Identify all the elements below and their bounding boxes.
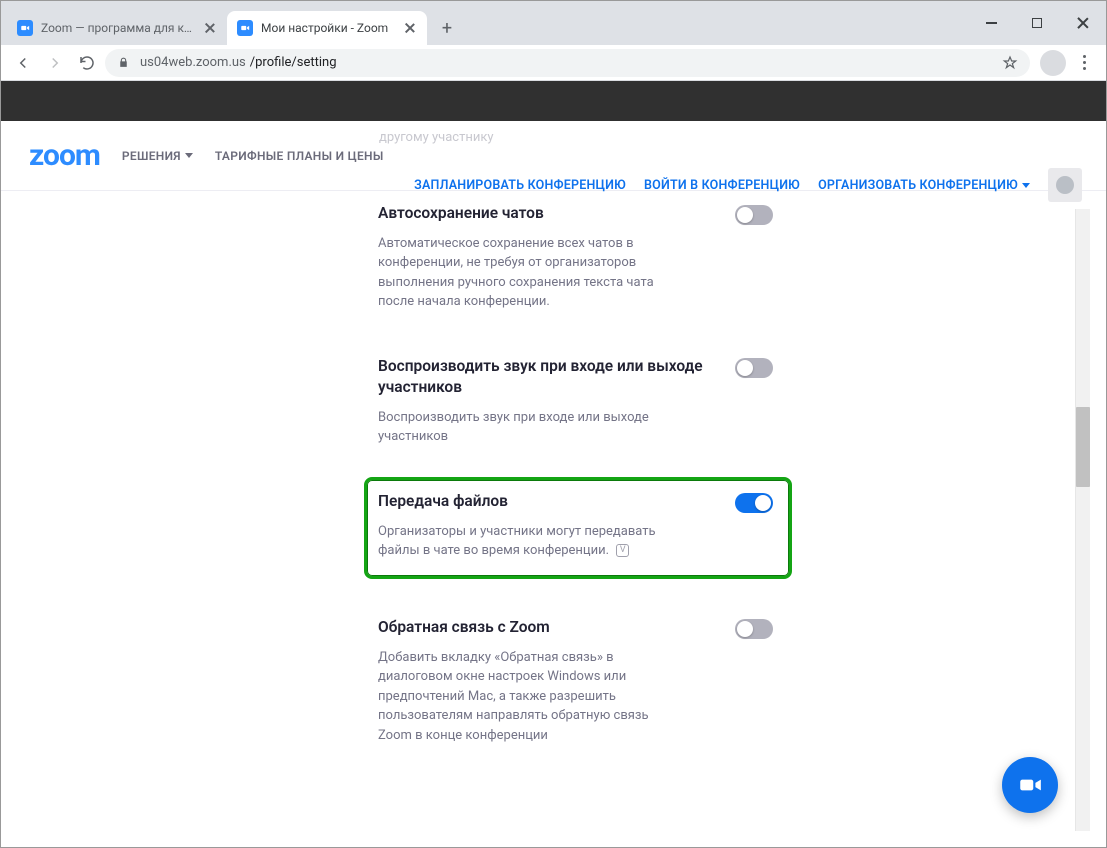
faded-previous-setting: другому участнику	[379, 129, 659, 148]
toggle-file-transfer[interactable]	[735, 493, 773, 513]
schedule-meeting-link[interactable]: ЗАПЛАНИРОВАТЬ КОНФЕРЕНЦИЮ	[414, 178, 626, 193]
browser-tab-active[interactable]: Мои настройки - Zoom	[227, 11, 427, 45]
maximize-button[interactable]	[1014, 1, 1060, 45]
browser-tab-inactive[interactable]: Zoom — программа для конфе	[7, 11, 227, 45]
reload-button[interactable]	[73, 49, 101, 77]
host-meeting-link[interactable]: ОРГАНИЗОВАТЬ КОНФЕРЕНЦИЮ	[818, 178, 1018, 193]
setting-title: Воспроизводить звук при входе или выходе…	[378, 356, 728, 398]
setting-play-sound: Воспроизводить звук при входе или выходе…	[378, 356, 788, 447]
browser-menu-button[interactable]	[1070, 55, 1098, 70]
chevron-down-icon[interactable]	[1022, 183, 1030, 188]
nav-plans-label: ТАРИФНЫЕ ПЛАНЫ И ЦЕНЫ	[215, 149, 384, 163]
camera-icon	[1017, 772, 1043, 798]
chevron-down-icon	[185, 153, 193, 158]
close-icon[interactable]	[203, 21, 217, 35]
tab-title: Zoom — программа для конфе	[41, 21, 195, 35]
setting-title: Обратная связь с Zoom	[378, 617, 728, 638]
tab-title: Мои настройки - Zoom	[261, 21, 395, 35]
settings-list: Автосохранение чатов Автоматическое сохр…	[378, 203, 788, 789]
browser-tabs: Zoom — программа для конфе Мои настройки…	[7, 11, 461, 45]
zoom-logo[interactable]: zoom	[29, 138, 100, 173]
user-avatar[interactable]	[1048, 168, 1082, 202]
back-button[interactable]	[9, 49, 37, 77]
join-meeting-link[interactable]: ВОЙТИ В КОНФЕРЕНЦИЮ	[644, 178, 800, 193]
url-path: /profile/setting	[250, 55, 337, 70]
nav-plans[interactable]: ТАРИФНЫЕ ПЛАНЫ И ЦЕНЫ	[215, 149, 384, 163]
zoom-favicon-icon	[17, 20, 33, 36]
browser-toolbar: us04web.zoom.us /profile/setting	[1, 45, 1106, 81]
lock-icon	[117, 56, 130, 69]
setting-autosave-chat: Автосохранение чатов Автоматическое сохр…	[378, 203, 788, 312]
toggle-play-sound[interactable]	[735, 358, 773, 378]
setting-title: Автосохранение чатов	[378, 203, 728, 224]
nav-solutions[interactable]: РЕШЕНИЯ	[122, 149, 193, 163]
browser-titlebar: Zoom — программа для конфе Мои настройки…	[1, 1, 1106, 45]
toggle-autosave-chat[interactable]	[735, 205, 773, 225]
close-icon[interactable]	[403, 21, 417, 35]
zoom-help-fab[interactable]	[1002, 757, 1058, 813]
setting-desc: Организаторы и участники могут передават…	[378, 522, 678, 561]
address-bar[interactable]: us04web.zoom.us /profile/setting	[105, 49, 1030, 77]
setting-desc-text: Организаторы и участники могут передават…	[378, 524, 656, 559]
scrollbar-thumb[interactable]	[1076, 407, 1090, 487]
page-content: другому участнику zoom РЕШЕНИЯ ТАРИФНЫЕ …	[1, 81, 1106, 847]
url-host: us04web.zoom.us	[140, 55, 246, 70]
new-tab-button[interactable]: +	[433, 14, 461, 42]
header-actions: ЗАПЛАНИРОВАТЬ КОНФЕРЕНЦИЮ ВОЙТИ В КОНФЕР…	[414, 168, 1082, 202]
profile-avatar-icon[interactable]	[1040, 50, 1066, 76]
setting-feedback: Обратная связь с Zoom Добавить вкладку «…	[378, 617, 788, 745]
setting-file-transfer: Передача файлов Организаторы и участники…	[378, 491, 788, 561]
bookmark-star-icon[interactable]	[1002, 55, 1018, 71]
top-dark-strip	[1, 81, 1106, 121]
close-window-button[interactable]	[1060, 1, 1106, 45]
forward-button[interactable]	[41, 49, 69, 77]
setting-desc: Добавить вкладку «Обратная связь» в диал…	[378, 648, 678, 746]
setting-desc: Автоматическое сохранение всех чатов в к…	[378, 234, 678, 312]
scrollbar-track[interactable]	[1075, 209, 1090, 831]
zoom-favicon-icon	[237, 20, 253, 36]
setting-desc: Воспроизводить звук при входе или выходе…	[378, 408, 678, 447]
setting-title: Передача файлов	[378, 491, 728, 512]
nav-solutions-label: РЕШЕНИЯ	[122, 149, 181, 163]
window-controls	[968, 1, 1106, 45]
minimize-button[interactable]	[968, 1, 1014, 45]
info-icon[interactable]: V	[616, 544, 629, 557]
faded-line: другому участнику	[379, 129, 659, 148]
toggle-feedback[interactable]	[735, 619, 773, 639]
